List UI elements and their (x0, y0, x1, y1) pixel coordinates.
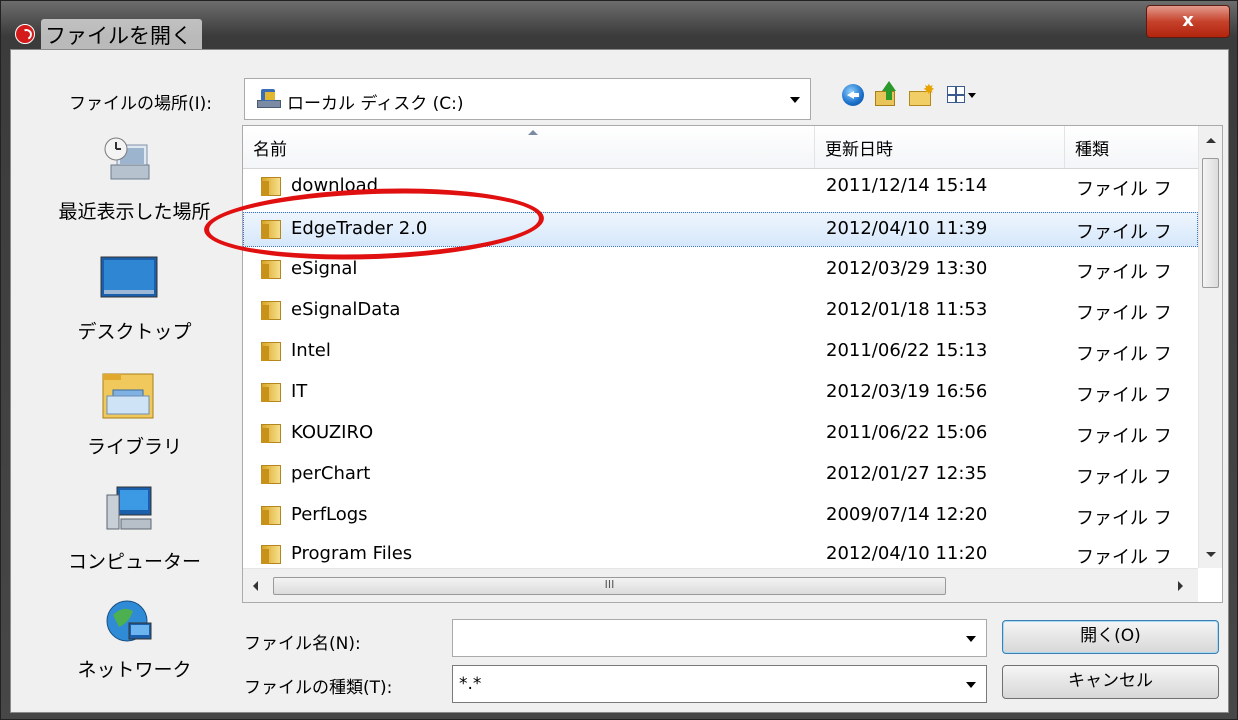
file-row[interactable]: IT 2012/03/19 16:56 ファイル フ (243, 375, 1198, 410)
file-date: 2012/01/27 12:35 (826, 463, 988, 484)
file-type-select[interactable]: *.* (452, 665, 987, 703)
file-type: ファイル フ (1076, 344, 1172, 365)
scroll-down-icon[interactable] (1206, 552, 1216, 557)
column-name-label: 名前 (253, 140, 287, 160)
column-date-label: 更新日時 (825, 140, 893, 160)
file-type-value: *.* (459, 674, 482, 694)
place-label: コンピューター (67, 551, 201, 573)
close-button[interactable]: x (1146, 5, 1230, 38)
file-name-label: ファイル名(N): (244, 634, 361, 654)
file-name: perChart (291, 463, 371, 484)
place-label: ネットワーク (77, 659, 192, 681)
column-type-label: 種類 (1075, 140, 1109, 160)
folder-icon (261, 506, 281, 525)
file-type: ファイル フ (1076, 303, 1172, 324)
place-label: 最近表示した場所 (58, 201, 211, 223)
file-row[interactable]: Program Files 2012/04/10 11:20 ファイル フ (243, 537, 1198, 572)
file-date: 2012/01/18 11:53 (826, 299, 988, 320)
view-menu-icon[interactable] (945, 81, 985, 109)
file-type: ファイル フ (1076, 426, 1172, 447)
libraries-icon (102, 373, 154, 419)
file-date: 2011/12/14 15:14 (826, 175, 988, 196)
column-type[interactable]: 種類 (1065, 126, 1198, 168)
column-header: 名前 更新日時 種類 (243, 126, 1198, 169)
file-type: ファイル フ (1076, 547, 1172, 568)
file-name: eSignalData (291, 299, 401, 320)
scroll-left-icon[interactable] (253, 581, 258, 591)
scroll-up-icon[interactable] (1206, 138, 1216, 143)
folder-icon (261, 342, 281, 361)
folder-icon (261, 301, 281, 320)
file-type: ファイル フ (1076, 262, 1172, 283)
folder-icon (261, 424, 281, 443)
file-name: eSignal (291, 258, 358, 279)
file-row[interactable]: PerfLogs 2009/07/14 12:20 ファイル フ (243, 498, 1198, 533)
sort-up-icon (528, 130, 538, 135)
look-in-combobox[interactable]: ローカル ディスク (C:) (244, 78, 811, 120)
file-row[interactable]: Intel 2011/06/22 15:13 ファイル フ (243, 334, 1198, 369)
folder-icon (261, 260, 281, 279)
file-row[interactable]: eSignalData 2012/01/18 11:53 ファイル フ (243, 293, 1198, 328)
file-type: ファイル フ (1076, 385, 1172, 406)
computer-icon (106, 486, 152, 530)
place-label: ライブラリ (86, 436, 182, 458)
place-recent[interactable]: 最近表示した場所 (37, 135, 232, 235)
app-icon (15, 24, 35, 44)
local-disk-icon (257, 89, 281, 109)
desktop-icon (100, 256, 158, 298)
place-network[interactable]: ネットワーク (37, 597, 232, 697)
up-folder-icon[interactable] (872, 81, 900, 109)
column-date-modified[interactable]: 更新日時 (815, 126, 1065, 168)
file-date: 2011/06/22 15:13 (826, 340, 988, 361)
file-row[interactable]: KOUZIRO 2011/06/22 15:06 ファイル フ (243, 416, 1198, 451)
place-label: デスクトップ (77, 321, 192, 343)
file-name: Intel (291, 340, 331, 361)
scroll-right-icon[interactable] (1178, 581, 1183, 591)
file-type: ファイル フ (1076, 179, 1172, 200)
folder-icon (261, 465, 281, 484)
place-desktop[interactable]: デスクトップ (37, 255, 232, 355)
places-bar: 最近表示した場所 デスクトップ ライブラリ コンピューター ネットワーク (37, 125, 232, 695)
back-icon[interactable] (839, 81, 867, 109)
file-name-input[interactable] (452, 619, 987, 657)
file-date: 2012/03/19 16:56 (826, 381, 988, 402)
open-button[interactable]: 開く(O) (1002, 620, 1219, 654)
window-title: ファイルを開く (41, 19, 202, 52)
file-date: 2012/04/10 11:39 (826, 218, 988, 239)
file-type: ファイル フ (1076, 508, 1172, 529)
cancel-button[interactable]: キャンセル (1002, 665, 1219, 699)
chevron-down-icon[interactable] (966, 636, 976, 642)
file-type-label: ファイルの種類(T): (244, 678, 393, 698)
folder-icon (261, 177, 281, 196)
file-type: ファイル フ (1076, 467, 1172, 488)
new-folder-icon[interactable]: ✸ (907, 81, 935, 109)
vertical-scroll-thumb[interactable] (1202, 158, 1219, 288)
chevron-down-icon[interactable] (966, 682, 976, 688)
file-date: 2011/06/22 15:06 (826, 422, 988, 443)
file-date: 2012/03/29 13:30 (826, 258, 988, 279)
place-libraries[interactable]: ライブラリ (37, 370, 232, 470)
look-in-value: ローカル ディスク (C:) (287, 94, 464, 114)
horizontal-scroll-thumb[interactable]: III (273, 577, 946, 595)
recent-places-icon (104, 137, 150, 180)
folder-icon (261, 383, 281, 402)
horizontal-scrollbar[interactable]: III (243, 568, 1198, 602)
network-icon (106, 600, 152, 642)
file-date: 2012/04/10 11:20 (826, 543, 988, 564)
file-name: PerfLogs (291, 504, 368, 525)
place-computer[interactable]: コンピューター (37, 485, 232, 585)
file-row[interactable]: perChart 2012/01/27 12:35 ファイル フ (243, 457, 1198, 492)
open-file-dialog: ファイルを開く x ファイルの場所(I): ローカル ディスク (C:) ✸ 最… (0, 0, 1238, 720)
title-bar[interactable]: ファイルを開く x (1, 1, 1237, 52)
scroll-grip: III (604, 578, 615, 591)
look-in-label: ファイルの場所(I): (69, 94, 213, 114)
vertical-scrollbar[interactable] (1198, 126, 1222, 568)
file-name: KOUZIRO (291, 422, 374, 443)
file-type: ファイル フ (1076, 222, 1172, 243)
folder-icon (261, 545, 281, 564)
chevron-down-icon[interactable] (790, 97, 800, 103)
file-name: Program Files (291, 543, 413, 564)
file-date: 2009/07/14 12:20 (826, 504, 988, 525)
file-name: IT (291, 381, 308, 402)
